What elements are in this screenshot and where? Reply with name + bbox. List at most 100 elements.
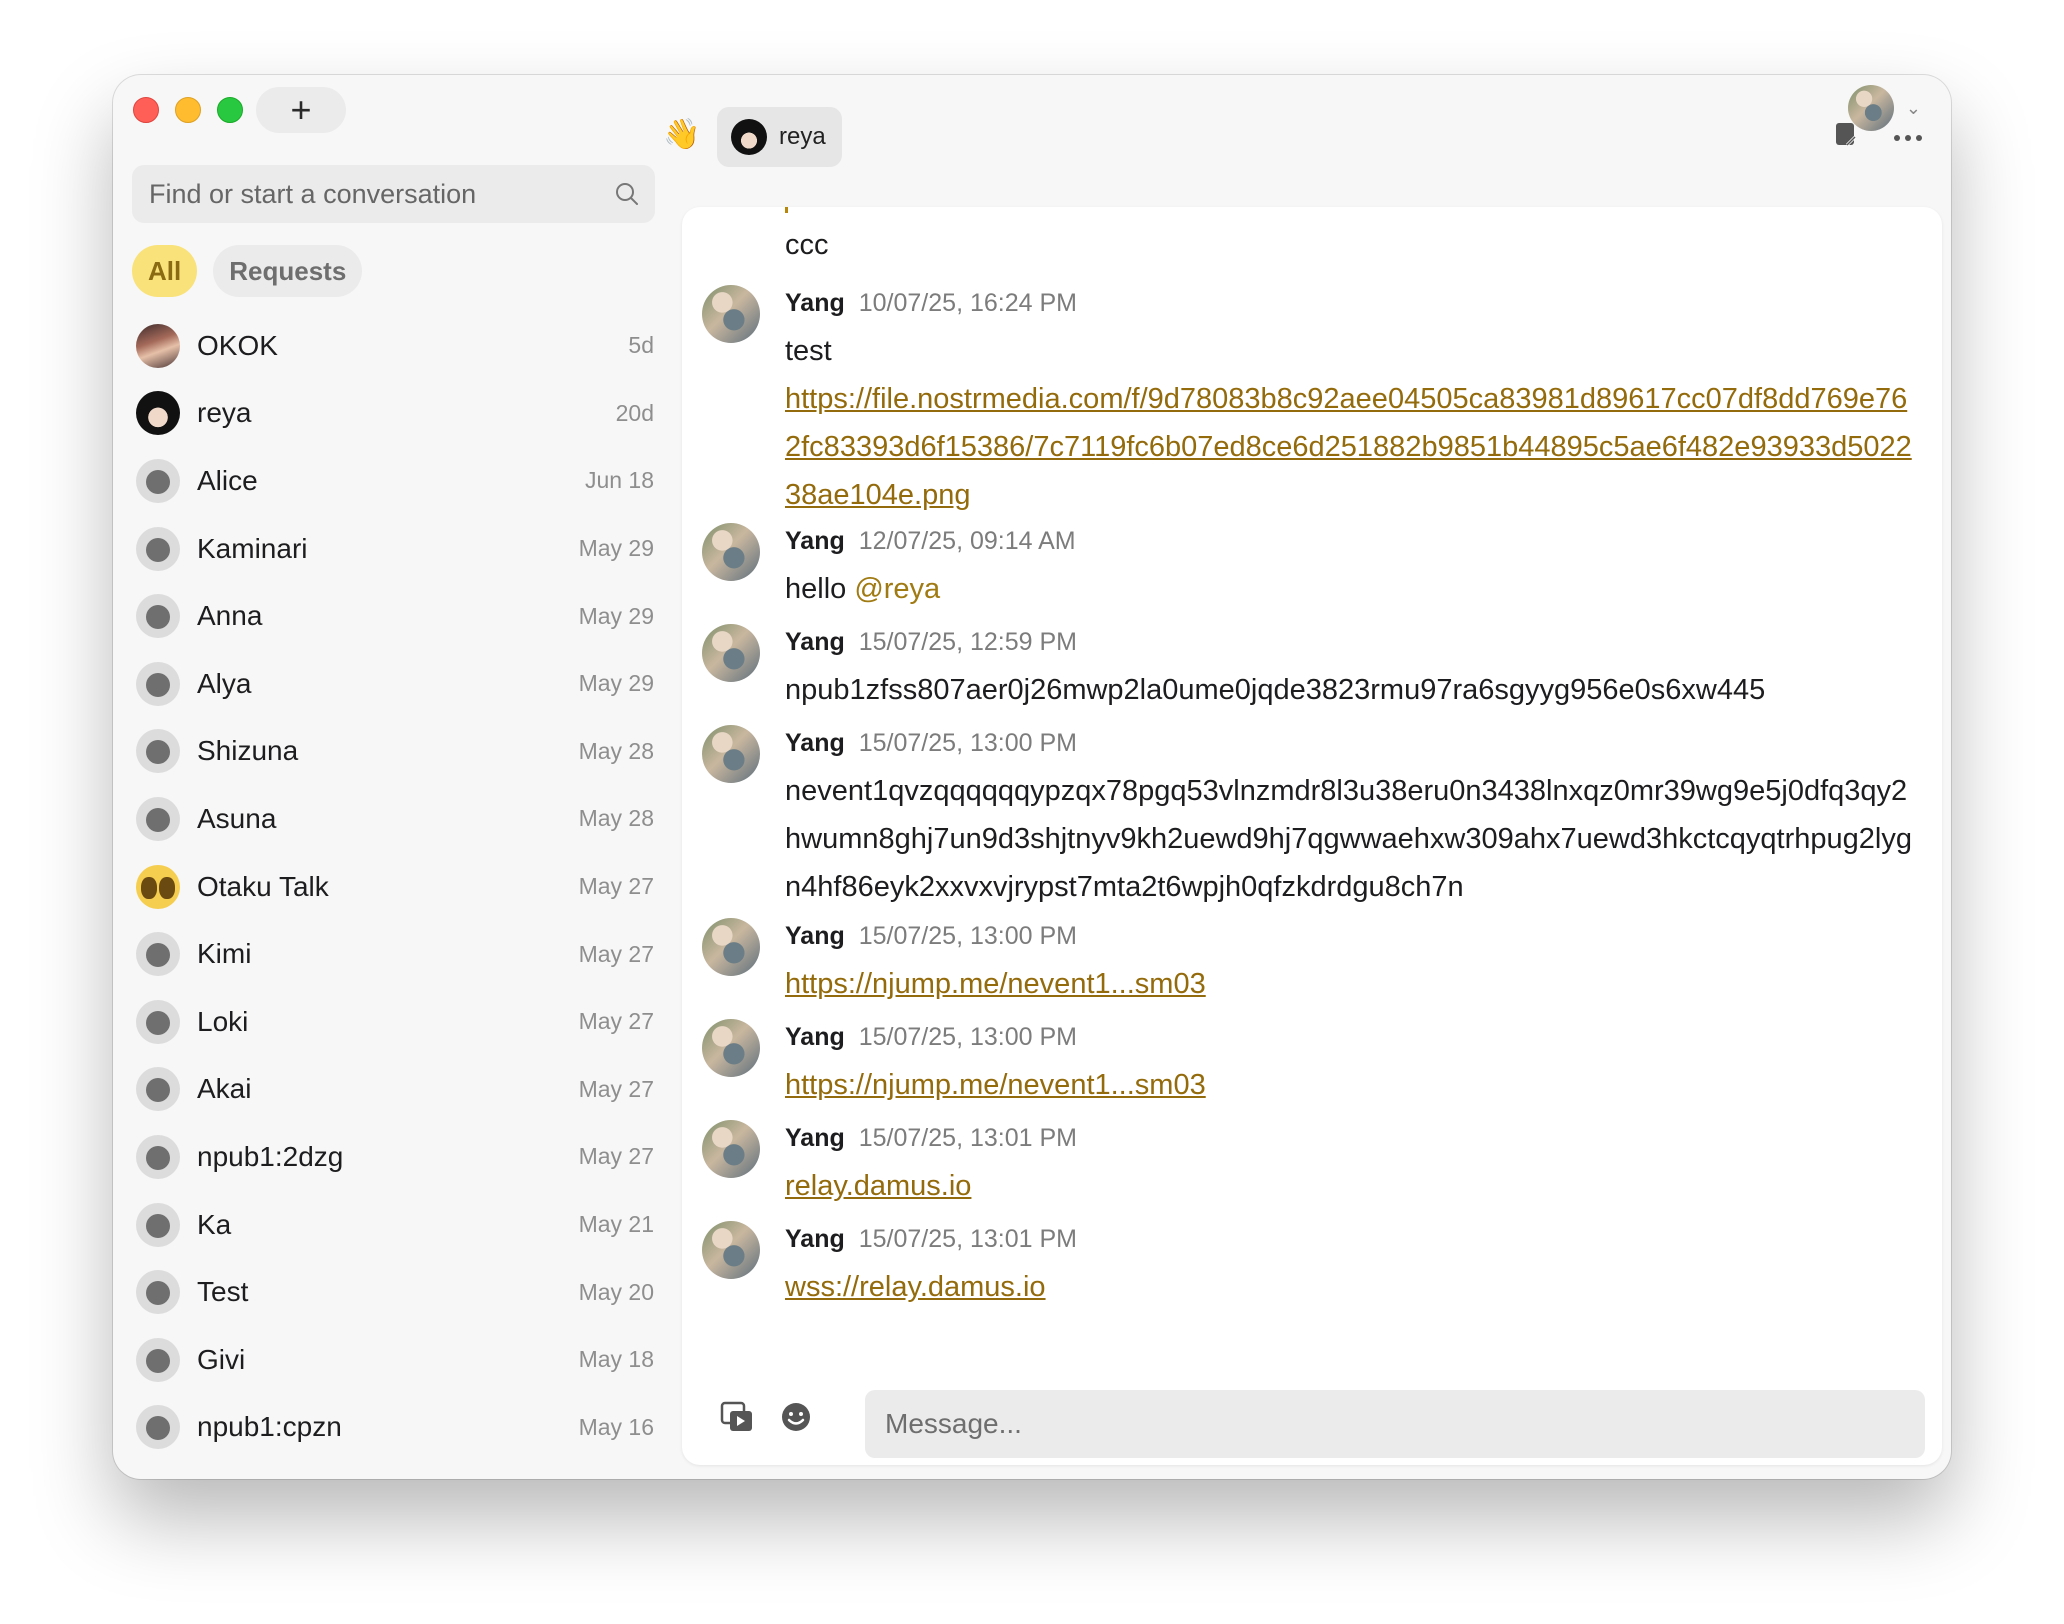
conversation-item[interactable]: Ka May 21 [132,1191,660,1259]
conversation-item[interactable]: Asuna May 28 [132,785,660,853]
conversation-name: npub1:2dzg [197,1140,344,1172]
app-window: + ⌄ All Requests OKOK 5d reya 20d Alice … [113,75,1951,1479]
close-window-button[interactable] [133,97,159,123]
avatar[interactable] [702,1019,760,1077]
conversation-item[interactable]: npub1:2dzg May 27 [132,1123,660,1191]
wave-icon[interactable]: 👋 [663,117,700,152]
message-text: test [785,335,832,367]
conversation-name: Alice [197,464,258,496]
message-author[interactable]: Yang [785,1225,845,1253]
avatar [136,458,180,503]
tab-requests[interactable]: Requests [213,245,363,297]
conversation-item[interactable]: Loki May 27 [132,988,660,1056]
message-timestamp: 15/07/25, 13:00 PM [858,729,1077,757]
message-timestamp: 12/07/25, 09:14 AM [858,527,1076,555]
conversation-name: OKOK [197,329,278,361]
message-author[interactable]: Yang [785,729,845,757]
message-author[interactable]: Yang [785,1023,845,1051]
zoom-window-button[interactable] [217,97,243,123]
message-text: npub1zfss807aer0j26mwp2la0ume0jqde3823rm… [785,674,1766,706]
conversation-time: May 29 [578,670,654,697]
conversation-item[interactable]: Givi May 18 [132,1326,660,1394]
conversation-item[interactable]: Otaku Talk May 27 [132,853,660,921]
conversation-list: OKOK 5d reya 20d Alice Jun 18 Kaminari M… [132,312,660,1461]
avatar [136,1405,180,1450]
avatar [136,526,180,571]
avatar [136,999,180,1044]
conversation-item[interactable]: Akai May 27 [132,1056,660,1124]
conversation-name: Shizuna [197,735,299,767]
message-author[interactable]: Yang [785,922,845,950]
search-icon[interactable] [614,181,640,207]
avatar[interactable] [702,1221,760,1279]
conversation-name: Kimi [197,938,252,970]
message-text: hello [785,573,855,605]
conversation-name: reya [197,397,252,429]
avatar[interactable] [702,624,760,682]
quote-bar [785,207,788,213]
avatar [136,1337,180,1382]
conversation-item[interactable]: Test May 20 [132,1258,660,1326]
conversation-time: May 29 [578,602,654,629]
message-author[interactable]: Yang [785,628,845,656]
conversation-time: May 21 [578,1211,654,1238]
conversation-item[interactable]: reya 20d [132,380,660,448]
avatar[interactable] [702,285,760,343]
message-author[interactable]: Yang [785,527,845,555]
conversation-name: Otaku Talk [197,870,329,902]
conversation-time: May 27 [578,1008,654,1035]
avatar [136,1067,180,1112]
conversation-item[interactable]: Shizuna May 28 [132,718,660,786]
avatar[interactable] [702,918,760,976]
search-input[interactable] [147,177,614,211]
conversation-item[interactable]: Alya May 29 [132,650,660,718]
conversation-name: Test [197,1276,249,1308]
message-timestamp: 10/07/25, 16:24 PM [858,289,1077,317]
conversation-item[interactable]: Alice Jun 18 [132,447,660,515]
message-link[interactable]: https://njump.me/nevent1...sm03 [785,1069,1206,1101]
compose-note-icon[interactable] [1833,121,1859,154]
conversation-item[interactable]: Anna May 29 [132,582,660,650]
conversation-time: May 27 [578,1075,654,1102]
minimize-window-button[interactable] [175,97,201,123]
window-controls [133,97,243,123]
mention-link[interactable]: @reya [854,573,940,605]
avatar [136,1202,180,1247]
avatar [136,864,180,909]
more-options-icon[interactable] [1893,129,1923,147]
conversation-item[interactable]: Kaminari May 29 [132,515,660,583]
conversation-item[interactable]: Kimi May 27 [132,920,660,988]
conversation-item[interactable]: npub1:cpzn May 16 [132,1394,660,1462]
conversation-name: Asuna [197,802,277,834]
avatar [136,932,180,977]
filter-tabs: All Requests [132,245,363,297]
conversation-name: Akai [197,1073,252,1105]
conversation-time: May 27 [578,873,654,900]
avatar[interactable] [702,725,760,783]
message-timestamp: 15/07/25, 13:01 PM [858,1225,1077,1253]
conversation-time: May 20 [578,1278,654,1305]
tab-all[interactable]: All [132,245,198,297]
message-link[interactable]: relay.damus.io [785,1170,971,1202]
attach-media-icon[interactable] [720,1401,754,1440]
conversation-name: npub1:cpzn [197,1411,342,1443]
message-timestamp: 15/07/25, 13:00 PM [858,1023,1077,1051]
message-input[interactable] [865,1390,1925,1458]
avatar[interactable] [702,523,760,581]
message-author[interactable]: Yang [785,1124,845,1152]
chat-panel: ccc Yang 10/07/25, 16:24 PM test https://… [682,207,1942,1465]
avatar [136,661,180,706]
new-conversation-button[interactable]: + [256,87,346,133]
emoji-icon[interactable] [780,1401,812,1438]
message-link[interactable]: https://njump.me/nevent1...sm03 [785,968,1206,1000]
avatar[interactable] [702,1120,760,1178]
conversation-item[interactable]: OKOK 5d [132,312,660,380]
message-link[interactable]: wss://relay.damus.io [785,1271,1046,1303]
message-author[interactable]: Yang [785,289,845,317]
message-link[interactable]: https://file.nostrmedia.com/f/9d78083b8c… [785,383,1912,511]
conversation-time: May 16 [578,1413,654,1440]
active-conversation-tab[interactable]: reya [717,107,842,167]
conversation-time: May 27 [578,1143,654,1170]
conversation-time: 5d [628,332,654,359]
avatar [136,594,180,639]
